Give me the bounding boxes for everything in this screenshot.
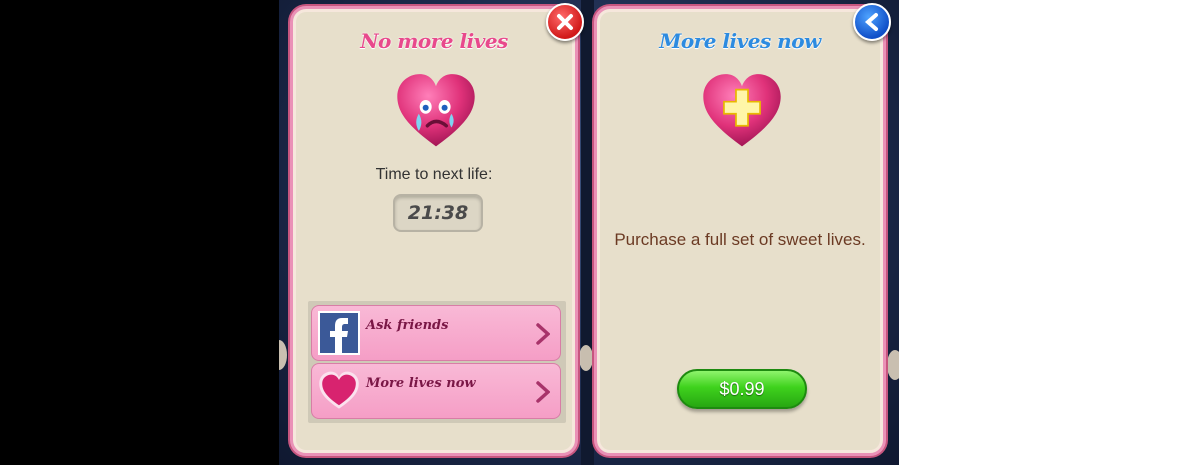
back-button[interactable] xyxy=(853,3,891,41)
background-decoration xyxy=(579,345,593,371)
ask-friends-button[interactable]: Ask friends xyxy=(311,305,561,361)
background-gap xyxy=(581,0,594,465)
facebook-icon xyxy=(318,311,360,355)
chevron-right-icon xyxy=(536,323,550,345)
heart-icon xyxy=(318,370,360,416)
no-more-lives-dialog: No more lives Time to next life: 21:38 A… xyxy=(290,6,578,456)
lives-options: Ask friends More lives now xyxy=(308,301,566,423)
chevron-right-icon xyxy=(536,381,550,403)
ask-friends-label: Ask friends xyxy=(366,318,449,333)
close-icon xyxy=(557,14,573,30)
purchase-description: Purchase a full set of sweet lives. xyxy=(614,230,866,249)
background-decoration xyxy=(279,340,287,370)
time-to-next-life-label: Time to next life: xyxy=(375,166,493,183)
close-button[interactable] xyxy=(546,3,584,41)
more-lives-now-label: More lives now xyxy=(366,376,476,391)
heart-plus-icon xyxy=(699,69,785,159)
life-timer: 21:38 xyxy=(393,194,483,232)
buy-price-button[interactable]: $0.99 xyxy=(677,369,807,409)
sad-heart-icon xyxy=(393,69,479,159)
dialog-title: More lives now xyxy=(659,29,821,53)
more-lives-now-dialog: More lives now Purchase a full set of sw… xyxy=(594,6,886,456)
more-lives-now-button[interactable]: More lives now xyxy=(311,363,561,419)
dialog-title: No more lives xyxy=(360,29,508,53)
background-decoration xyxy=(887,350,899,380)
page-background-right xyxy=(899,0,1178,465)
chevron-left-icon xyxy=(864,13,878,31)
